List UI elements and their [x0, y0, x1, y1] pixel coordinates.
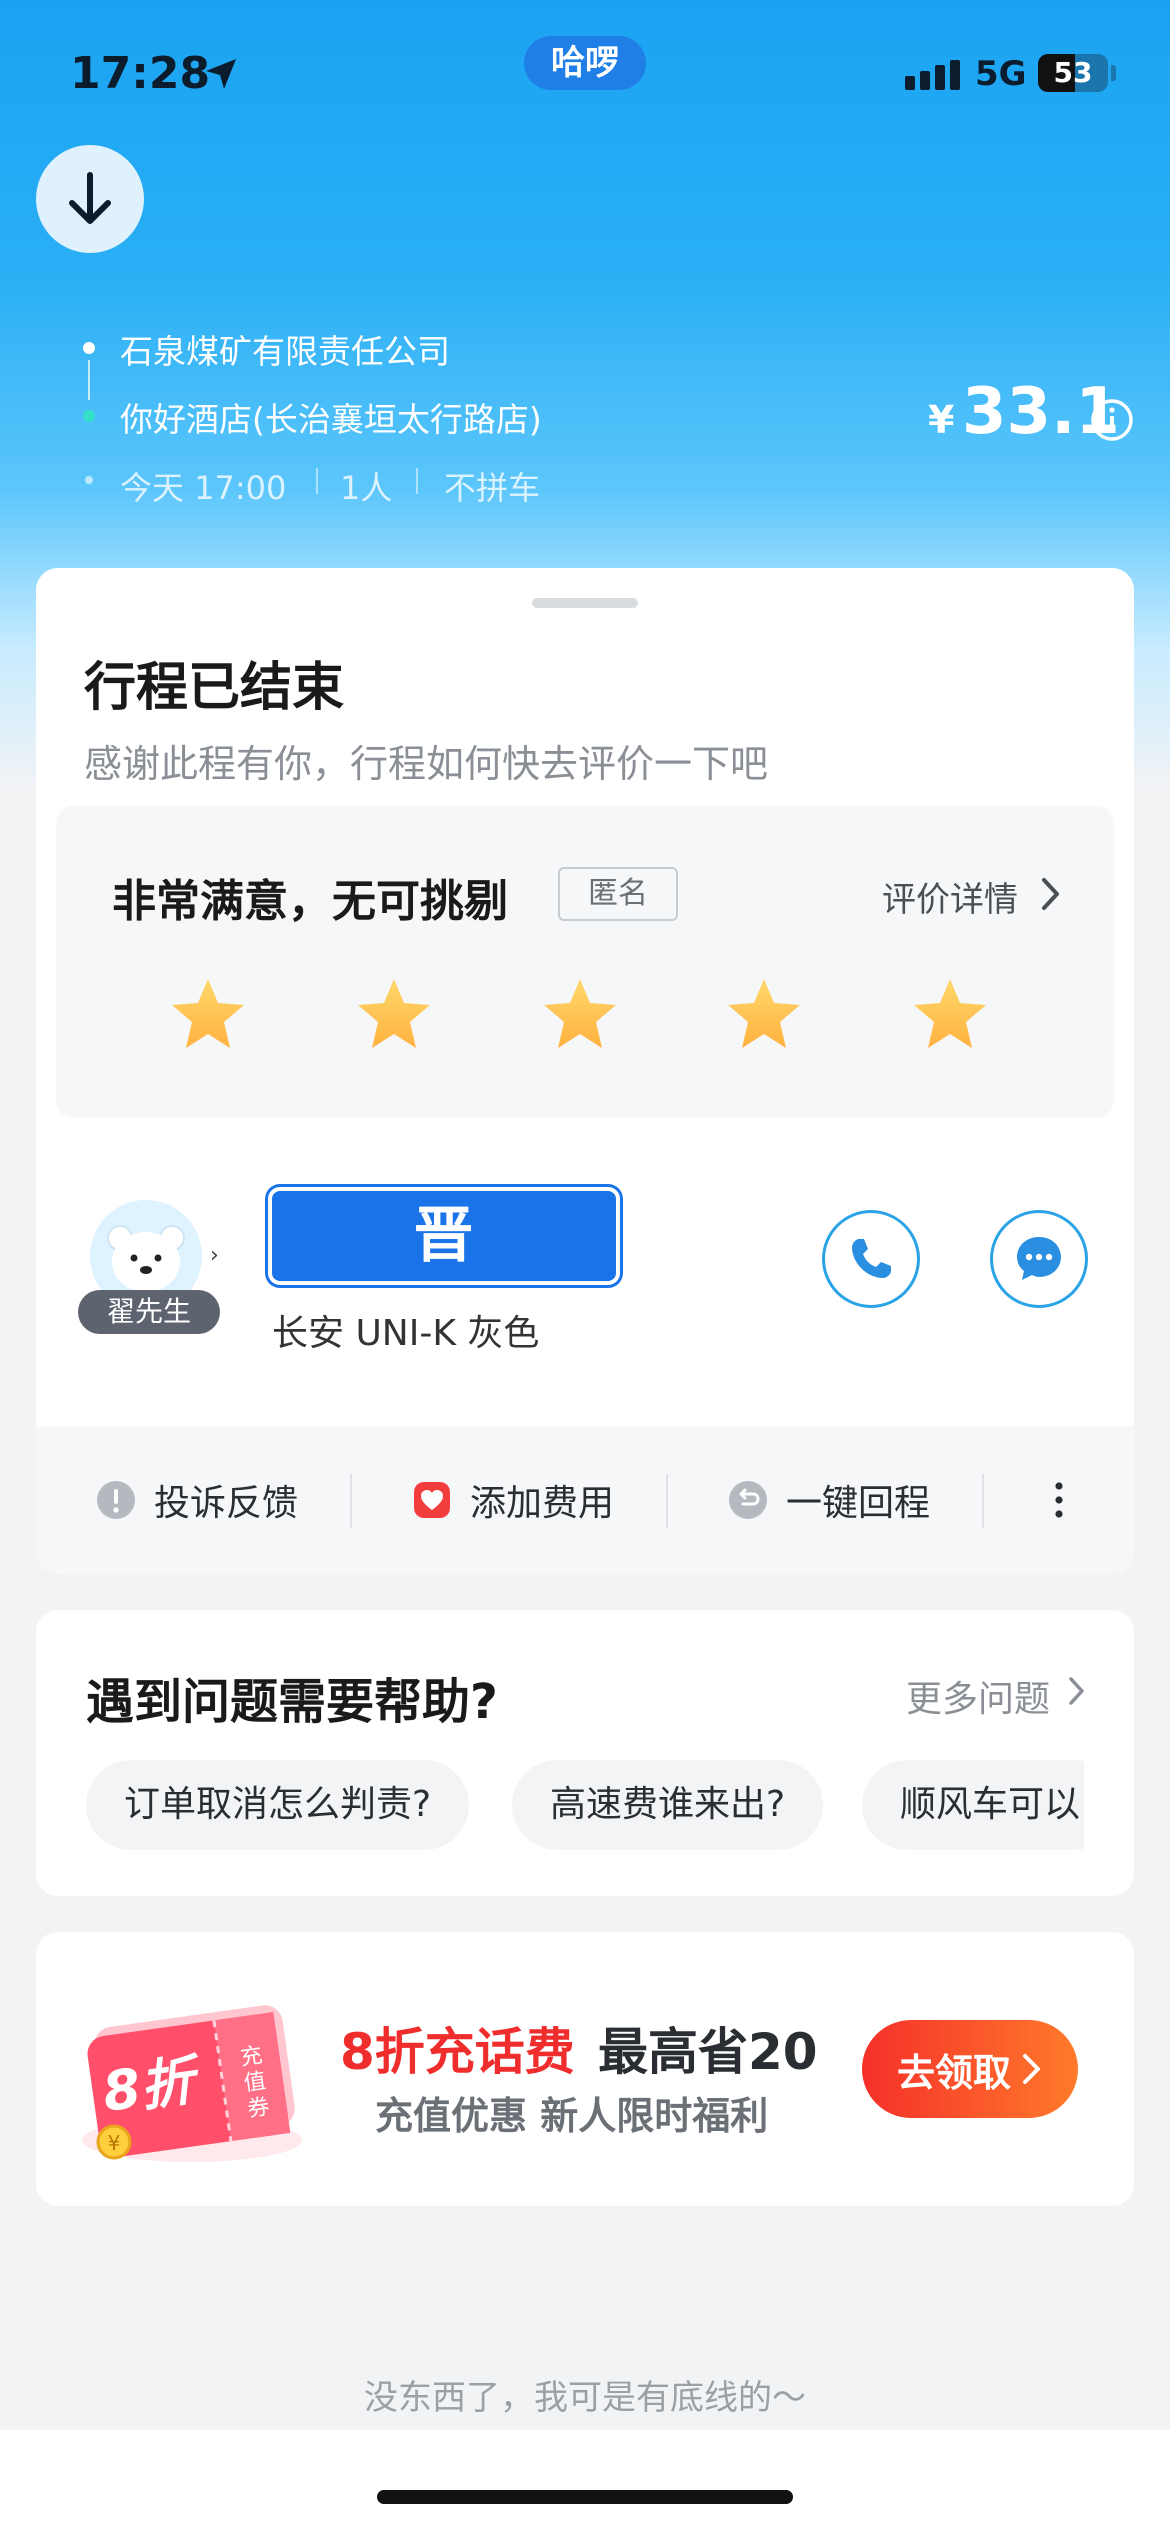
star-icon[interactable]	[354, 974, 434, 1054]
message-button[interactable]	[990, 1210, 1088, 1308]
status-bar: 17:28 哈啰 5G 53	[0, 0, 1170, 140]
return-trip-label: 一键回程	[786, 1483, 931, 1524]
rating-text: 非常满意，无可挑剔	[112, 876, 508, 927]
network-type: 5G	[975, 54, 1027, 94]
destination-address: 你好酒店(长治襄垣太行路店)	[120, 400, 542, 439]
home-indicator[interactable]	[377, 2490, 793, 2504]
promo-subtitle: 充值优惠 新人限时福利	[375, 2094, 769, 2138]
star-icon[interactable]	[540, 974, 620, 1054]
rating-detail-link[interactable]: 评价详情	[882, 872, 1018, 921]
phone-icon	[852, 1239, 891, 1278]
collapse-button[interactable]	[36, 145, 144, 253]
carpool-status: 不拼车	[444, 469, 541, 507]
return-icon	[729, 1481, 767, 1519]
signal-icon	[905, 60, 960, 90]
help-chip[interactable]: 订单取消怎么判责?	[86, 1760, 470, 1850]
action-divider	[982, 1474, 984, 1528]
meta-dot	[85, 476, 93, 484]
chat-bubble-icon	[1017, 1237, 1061, 1280]
route-line	[88, 360, 90, 400]
license-plate: 晋D·077M8	[268, 1187, 620, 1361]
destination-dot	[83, 410, 95, 422]
promo-title-highlight: 8折充话费	[340, 2023, 575, 2081]
trip-status-title: 行程已结束	[84, 658, 345, 718]
info-icon[interactable]	[1090, 398, 1134, 442]
meta-divider	[416, 468, 418, 494]
return-trip-action[interactable]: 一键回程	[728, 1475, 930, 1525]
rating-section	[56, 806, 1114, 1118]
star-icon[interactable]	[168, 974, 248, 1054]
arrow-down-icon	[69, 172, 111, 224]
svg-text:¥: ¥	[108, 2131, 121, 2155]
complaint-action[interactable]: 投诉反馈	[96, 1475, 298, 1525]
add-fee-action[interactable]: 添加费用	[412, 1475, 614, 1525]
heart-icon	[414, 1482, 450, 1518]
help-chip[interactable]: 顺风车可以	[862, 1760, 1084, 1850]
trip-time: 今天 17:00	[120, 469, 287, 507]
help-card	[36, 1610, 1134, 1896]
complaint-label: 投诉反馈	[154, 1483, 299, 1524]
help-chip[interactable]: 高速费谁来出?	[512, 1760, 824, 1850]
claim-button-label: 去领取	[896, 2050, 1011, 2095]
passenger-count: 1人	[340, 469, 393, 507]
battery-level: 53	[1053, 56, 1093, 89]
chevron-right-icon	[1023, 2054, 1040, 2084]
promo-title: 最高省20	[598, 2023, 818, 2081]
more-questions-link[interactable]: 更多问题	[906, 1670, 1050, 1722]
origin-address: 石泉煤矿有限责任公司	[120, 332, 450, 371]
help-title: 遇到问题需要帮助?	[86, 1674, 498, 1730]
meta-divider	[316, 468, 318, 494]
avatar-arrow-icon: ›	[210, 1243, 219, 1268]
star-icon[interactable]	[910, 974, 990, 1054]
chevron-right-icon[interactable]	[1040, 876, 1062, 912]
coupon-graphic: ¥ 8折 充值券	[72, 1990, 312, 2170]
chevron-right-icon[interactable]	[1068, 1676, 1086, 1706]
app-pill[interactable]: 哈啰	[524, 36, 646, 90]
action-divider	[350, 1474, 352, 1528]
bottom-safe-area	[0, 2430, 1170, 2532]
more-options-icon[interactable]	[1054, 1482, 1064, 1518]
price-currency: ¥	[928, 398, 955, 442]
trip-status-subtitle: 感谢此程有你，行程如何快去评价一下吧	[84, 742, 769, 786]
add-fee-label: 添加费用	[470, 1483, 615, 1524]
end-of-list-text: 没东西了，我可是有底线的～	[364, 2378, 806, 2418]
call-button[interactable]	[822, 1210, 920, 1308]
exclamation-icon	[97, 1481, 135, 1519]
star-icon[interactable]	[724, 974, 804, 1054]
battery-tip	[1111, 65, 1116, 81]
drag-handle[interactable]	[532, 598, 638, 608]
battery-icon: 53	[1038, 54, 1108, 92]
claim-button[interactable]: 去领取	[862, 2020, 1078, 2118]
clock: 17:28	[70, 48, 211, 99]
action-divider	[666, 1474, 668, 1528]
car-model: 长安 UNI-K 灰色	[272, 1313, 540, 1354]
coupon-discount: 8折	[98, 2048, 199, 2125]
driver-name-tag: 翟先生	[78, 1290, 220, 1334]
origin-dot	[83, 342, 95, 354]
anonymous-badge: 匿名	[558, 867, 678, 921]
location-arrow-icon	[206, 59, 236, 89]
help-chips: 订单取消怎么判责? 高速费谁来出? 顺风车可以	[86, 1760, 1084, 1850]
